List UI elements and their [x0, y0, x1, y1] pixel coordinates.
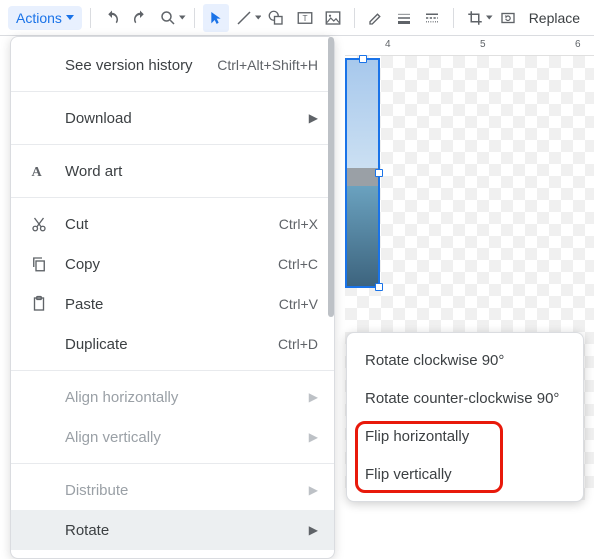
image-water — [347, 176, 378, 286]
menu-label: Word art — [65, 163, 318, 180]
crop-button[interactable] — [462, 4, 488, 32]
menu-shortcut: Ctrl+C — [278, 256, 318, 272]
shape-tool[interactable] — [263, 4, 289, 32]
replace-image-button[interactable]: Replace — [523, 10, 586, 26]
toolbar-separator — [453, 8, 454, 28]
redo-button[interactable] — [127, 4, 153, 32]
submenu-arrow-icon: ▶ — [309, 483, 318, 497]
menu-separator — [11, 463, 334, 464]
cut-icon — [27, 215, 51, 233]
toolbar-separator — [194, 8, 195, 28]
paste-icon — [27, 295, 51, 313]
menu-word-art[interactable]: A Word art — [11, 151, 334, 191]
menu-separator — [11, 370, 334, 371]
menu-download[interactable]: Download ▶ — [11, 98, 334, 138]
submenu-flip-vertical[interactable]: Flip vertically — [347, 455, 583, 493]
copy-icon — [27, 255, 51, 273]
menu-label: Download — [65, 110, 309, 127]
image-sky — [347, 60, 378, 180]
ruler-mark: 6 — [575, 39, 581, 50]
menu-align-horizontal: Align horizontally ▶ — [11, 377, 334, 417]
svg-text:A: A — [32, 164, 43, 180]
actions-button[interactable]: Actions — [8, 6, 82, 30]
submenu-arrow-icon: ▶ — [309, 111, 318, 125]
submenu-rotate-cw[interactable]: Rotate clockwise 90° — [347, 341, 583, 379]
menu-label: Copy — [65, 256, 278, 273]
zoom-button[interactable] — [155, 4, 181, 32]
caret-down-icon — [486, 15, 493, 20]
toolbar-separator — [90, 8, 91, 28]
image-tool[interactable] — [320, 4, 346, 32]
menu-label: Align horizontally — [65, 389, 309, 406]
border-color-button[interactable] — [363, 4, 389, 32]
scrollbar-thumb[interactable] — [328, 37, 334, 317]
ruler-mark: 5 — [480, 39, 486, 50]
menu-shortcut: Ctrl+X — [279, 216, 318, 232]
menu-label: Align vertically — [65, 429, 309, 446]
menu-cut[interactable]: Cut Ctrl+X — [11, 204, 334, 244]
dropdown-scrollbar[interactable] — [327, 37, 335, 558]
menu-duplicate[interactable]: Duplicate Ctrl+D — [11, 324, 334, 364]
menu-shortcut: Ctrl+V — [279, 296, 318, 312]
selected-image[interactable] — [345, 58, 380, 288]
toolbar: Actions T Replace — [0, 0, 594, 36]
textbox-tool[interactable]: T — [292, 4, 318, 32]
menu-distribute: Distribute ▶ — [11, 470, 334, 510]
resize-handle-top[interactable] — [359, 55, 367, 63]
undo-button[interactable] — [99, 4, 125, 32]
resize-handle-br[interactable] — [375, 283, 383, 291]
menu-label: Cut — [65, 216, 279, 233]
menu-paste[interactable]: Paste Ctrl+V — [11, 284, 334, 324]
resize-handle-right[interactable] — [375, 169, 383, 177]
menu-shortcut: Ctrl+D — [278, 336, 318, 352]
menu-separator — [11, 144, 334, 145]
caret-down-icon — [66, 15, 74, 20]
border-dash-button[interactable] — [419, 4, 445, 32]
menu-label: See version history — [65, 57, 217, 74]
submenu-arrow-icon: ▶ — [309, 430, 318, 444]
ruler-mark: 4 — [385, 39, 391, 50]
image-skyline — [347, 168, 378, 186]
toolbar-separator — [354, 8, 355, 28]
menu-label: Paste — [65, 296, 279, 313]
submenu-flip-horizontal[interactable]: Flip horizontally — [347, 417, 583, 455]
actions-label: Actions — [16, 10, 62, 26]
caret-down-icon — [255, 15, 262, 20]
menu-label: Distribute — [65, 482, 309, 499]
line-tool[interactable] — [231, 4, 257, 32]
horizontal-ruler: 4 5 6 — [345, 36, 594, 56]
rotate-submenu: Rotate clockwise 90° Rotate counter-cloc… — [346, 332, 584, 502]
actions-dropdown: See version history Ctrl+Alt+Shift+H Dow… — [10, 36, 335, 559]
menu-shortcut: Ctrl+Alt+Shift+H — [217, 57, 318, 73]
submenu-arrow-icon: ▶ — [309, 523, 318, 537]
menu-label: Rotate — [65, 522, 309, 539]
menu-copy[interactable]: Copy Ctrl+C — [11, 244, 334, 284]
border-weight-button[interactable] — [391, 4, 417, 32]
menu-separator — [11, 91, 334, 92]
menu-version-history[interactable]: See version history Ctrl+Alt+Shift+H — [11, 45, 334, 85]
submenu-arrow-icon: ▶ — [309, 390, 318, 404]
submenu-rotate-ccw[interactable]: Rotate counter-clockwise 90° — [347, 379, 583, 417]
menu-label: Duplicate — [65, 336, 278, 353]
select-tool[interactable] — [203, 4, 229, 32]
menu-rotate[interactable]: Rotate ▶ — [11, 510, 334, 550]
caret-down-icon — [179, 15, 186, 20]
word-art-icon: A — [27, 161, 51, 181]
reset-image-button[interactable] — [495, 4, 521, 32]
menu-separator — [11, 197, 334, 198]
menu-align-vertical: Align vertically ▶ — [11, 417, 334, 457]
svg-text:T: T — [302, 14, 307, 23]
